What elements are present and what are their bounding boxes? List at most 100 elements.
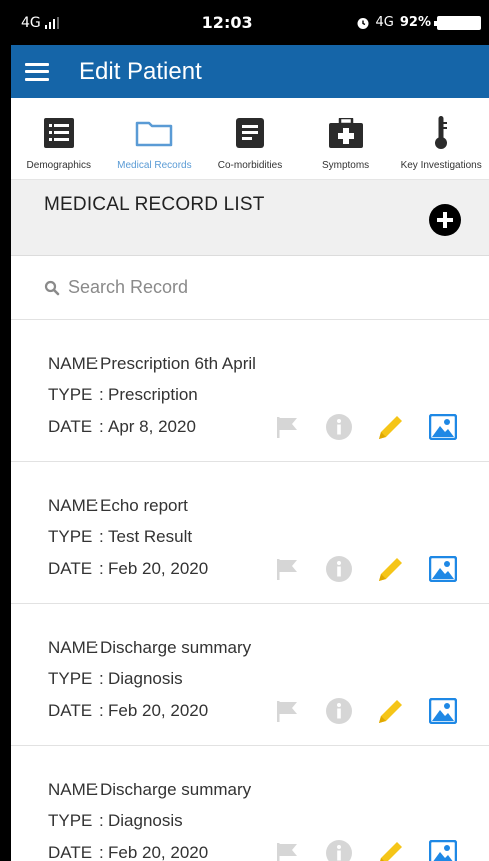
image-icon (429, 698, 457, 724)
thermometer-icon (435, 116, 448, 149)
record-separator: : (99, 527, 104, 547)
flag-button[interactable] (261, 412, 313, 442)
tab-key-investigations[interactable]: Key Investigations (393, 116, 489, 179)
info-button[interactable] (313, 838, 365, 861)
record-type-label: TYPE (48, 669, 93, 689)
record-date: Feb 20, 2020 (108, 842, 209, 861)
hamburger-menu-icon[interactable] (25, 62, 49, 81)
flag-button[interactable] (261, 696, 313, 726)
record-item[interactable]: NAME : Prescription 6th April TYPE : Pre… (11, 320, 489, 462)
info-icon (326, 698, 352, 724)
record-name-label: NAME (48, 495, 98, 515)
status-right: 4G 92% (356, 15, 481, 30)
record-type-label: TYPE (48, 527, 93, 547)
edit-button[interactable] (365, 554, 417, 584)
pencil-icon (379, 700, 402, 723)
tab-co-morbidities[interactable]: Co-morbidities (202, 116, 298, 179)
screen: 4G 12:03 4G 92% Edit Patient Demographic… (11, 0, 489, 861)
record-date-label: DATE (48, 558, 93, 578)
pencil-icon (380, 842, 402, 861)
record-item[interactable]: NAME : Discharge summary TYPE : Diagnosi… (11, 604, 489, 746)
pencil-icon (379, 416, 402, 439)
document-icon (235, 118, 264, 148)
info-button[interactable] (313, 554, 365, 584)
tab-label: Co-morbidities (217, 160, 283, 171)
record-type: Prescription (108, 385, 198, 405)
info-icon (326, 414, 352, 440)
record-name-label: NAME (48, 779, 98, 799)
page-title: Edit Patient (79, 57, 202, 85)
signal-icon (44, 16, 59, 29)
list-icon (43, 118, 74, 148)
flag-icon (277, 843, 297, 861)
first-aid-kit-icon (328, 118, 363, 148)
record-actions (261, 838, 469, 861)
record-type-label: TYPE (48, 811, 93, 831)
record-date-label: DATE (48, 700, 93, 720)
record-list: NAME : Prescription 6th April TYPE : Pre… (11, 320, 489, 861)
edit-button[interactable] (365, 412, 417, 442)
tab-label: Key Investigations (400, 160, 482, 171)
network-label: 4G (21, 14, 41, 31)
flag-button[interactable] (261, 838, 313, 861)
record-type: Diagnosis (108, 811, 183, 831)
image-button[interactable] (417, 412, 469, 442)
image-button[interactable] (417, 696, 469, 726)
record-separator: : (99, 842, 104, 861)
info-icon (326, 556, 352, 582)
folder-icon (136, 121, 173, 147)
list-header: MEDICAL RECORD LIST (11, 180, 489, 256)
image-icon (429, 414, 457, 440)
tab-label: Symptoms (321, 160, 370, 171)
record-type: Diagnosis (108, 669, 183, 689)
add-record-button[interactable] (429, 204, 461, 236)
record-date: Apr 8, 2020 (108, 416, 196, 436)
tab-label: Demographics (26, 160, 92, 171)
tab-bar: Demographics Medical Records Co-morbidit… (11, 98, 489, 180)
record-actions (261, 412, 469, 442)
info-button[interactable] (313, 412, 365, 442)
record-date-label: DATE (48, 842, 93, 861)
record-item[interactable]: NAME : Discharge summary TYPE : Diagnosi… (11, 746, 489, 861)
record-separator: : (99, 811, 104, 831)
alarm-icon (357, 17, 369, 29)
record-name-label: NAME (48, 637, 98, 657)
record-separator: : (99, 558, 104, 578)
tab-symptoms[interactable]: Symptoms (298, 116, 394, 179)
battery-percent: 92% (399, 15, 431, 30)
flag-icon (277, 559, 297, 580)
flag-icon (277, 417, 297, 438)
record-item[interactable]: NAME : Echo report TYPE : Test Result DA… (11, 462, 489, 604)
edit-button[interactable] (365, 696, 417, 726)
record-actions (261, 696, 469, 726)
edit-button[interactable] (365, 838, 417, 861)
record-type: Test Result (108, 527, 193, 547)
tab-demographics[interactable]: Demographics (11, 116, 107, 179)
image-button[interactable] (417, 838, 469, 861)
status-left: 4G (21, 15, 59, 31)
image-button[interactable] (417, 554, 469, 584)
tab-label: Medical Records (117, 160, 192, 171)
battery-icon (434, 15, 481, 30)
tab-medical-records[interactable]: Medical Records (107, 116, 203, 179)
info-icon (326, 840, 352, 861)
record-name: Echo report (100, 495, 188, 515)
record-name-label: NAME (48, 353, 98, 373)
record-separator: : (99, 416, 104, 436)
record-actions (261, 554, 469, 584)
status-bar: 4G 12:03 4G 92% (11, 0, 489, 45)
search-icon (44, 280, 60, 295)
search-input[interactable] (68, 277, 368, 298)
record-separator: : (99, 700, 104, 720)
flag-icon (277, 701, 297, 722)
add-circle-icon (437, 212, 453, 228)
flag-button[interactable] (261, 554, 313, 584)
record-name: Discharge summary (100, 637, 252, 657)
record-separator: : (99, 385, 104, 405)
app-bar: Edit Patient (11, 45, 489, 98)
image-icon (429, 556, 457, 582)
image-icon (429, 840, 457, 861)
pencil-icon (379, 558, 402, 581)
info-button[interactable] (313, 696, 365, 726)
record-date-label: DATE (48, 416, 93, 436)
